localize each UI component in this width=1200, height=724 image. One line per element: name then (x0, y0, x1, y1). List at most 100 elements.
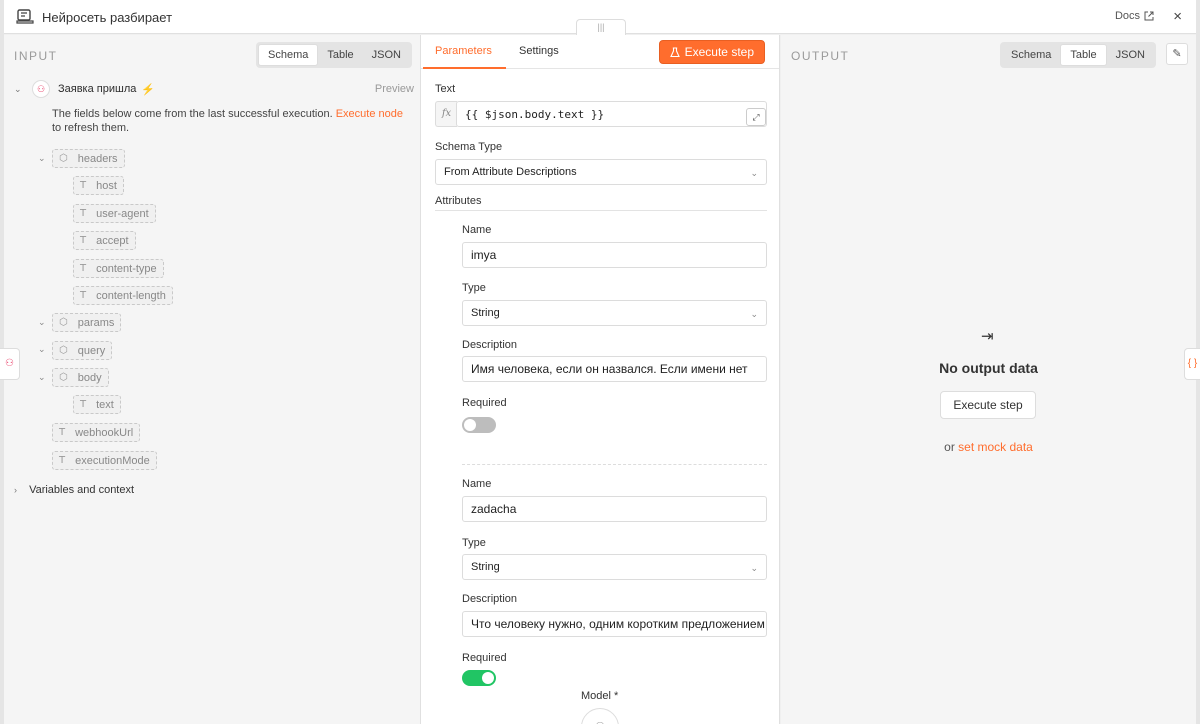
text-type-icon: T (59, 455, 66, 466)
required-toggle[interactable] (462, 417, 496, 433)
output-execute-step-button[interactable]: Execute step (940, 391, 1036, 419)
preview-label: Preview (374, 83, 414, 95)
tab-settings[interactable]: Settings (519, 45, 559, 57)
schema-field-headers[interactable]: ⬡ headers (52, 149, 125, 168)
schema-field-text[interactable]: Ttext (73, 395, 121, 414)
chevron-down-icon[interactable]: ⌄ (38, 344, 46, 355)
schema-field-executionmode[interactable]: TexecutionMode (52, 451, 157, 470)
object-icon: ⬡ (59, 372, 68, 383)
field-label: params (77, 316, 115, 329)
set-mock-data-link[interactable]: set mock data (958, 440, 1033, 454)
attribute-required-label: Required (462, 652, 507, 664)
attribute-type-select[interactable]: String ⌄ (462, 554, 767, 580)
schema-field-accept[interactable]: Taccept (73, 231, 136, 250)
text-type-icon: T (80, 263, 87, 274)
output-tab-schema[interactable]: Schema (1002, 44, 1060, 66)
set-mock-data-row: or set mock data (781, 440, 1196, 454)
docs-link[interactable]: Docs (1115, 10, 1154, 22)
attribute-description-input[interactable]: Имя человека, если он назвался. Если име… (462, 356, 767, 382)
docs-label: Docs (1114, 10, 1140, 22)
attributes-label: Attributes (435, 195, 482, 207)
attribute-description-label: Description (462, 593, 518, 605)
output-panel: OUTPUT Schema Table JSON ✎ ⇥ No output d… (781, 35, 1196, 724)
input-node-webhook-icon[interactable]: ⚇ (0, 348, 20, 380)
chevron-down-icon: ⌄ (750, 168, 758, 178)
schema-field-body[interactable]: ⬡ body (52, 368, 109, 387)
lightning-icon: ⚡ (141, 83, 156, 96)
field-label: accept (96, 234, 129, 247)
schema-type-select[interactable]: From Attribute Descriptions ⌄ (435, 159, 767, 185)
chevron-down-icon: ⌄ (750, 309, 758, 319)
text-type-icon: T (80, 290, 87, 301)
attribute-name-input[interactable]: zadacha (462, 496, 767, 522)
attribute-type-value: String (471, 307, 500, 319)
attributes-divider (435, 210, 767, 211)
execute-step-button[interactable]: Execute step (658, 40, 765, 64)
attribute-description-input[interactable]: Что человеку нужно, одним коротким предл… (462, 611, 767, 637)
open-expression-editor-icon[interactable]: ⤢ (746, 108, 766, 126)
webhook-icon: ⚇ (32, 80, 50, 98)
text-type-icon: T (80, 399, 87, 410)
expression-icon: fx (435, 101, 457, 127)
field-label: host (96, 179, 117, 192)
input-tab-table[interactable]: Table (318, 44, 362, 66)
attribute-required-label: Required (462, 397, 507, 409)
variables-label: Variables and context (29, 484, 135, 496)
parameters-tabs: Parameters Settings Execute step (421, 35, 779, 69)
chevron-down-icon[interactable]: ⌄ (38, 372, 46, 383)
schema-field-webhookurl[interactable]: TwebhookUrl (52, 423, 141, 442)
model-connector-icon[interactable]: ⚇ (581, 708, 619, 724)
node-type-icon (16, 9, 34, 24)
chevron-right-icon[interactable]: › (14, 485, 26, 495)
attribute-type-label: Type (462, 537, 486, 549)
node-title[interactable]: Нейросеть разбирает (42, 10, 172, 25)
chevron-down-icon[interactable]: ⌄ (14, 84, 26, 95)
panel-drag-handle[interactable]: ||| (576, 19, 626, 35)
trigger-node-row[interactable]: ⌄ ⚇ Заявка пришла ⚡ Preview (14, 80, 414, 98)
chevron-down-icon[interactable]: ⌄ (38, 153, 46, 164)
execute-node-link[interactable]: Execute node (336, 108, 403, 120)
schema-field-content-type[interactable]: Tcontent-type (73, 259, 164, 278)
close-icon[interactable]: × (1173, 8, 1182, 25)
required-toggle[interactable] (462, 670, 496, 686)
chevron-down-icon: ⌄ (750, 563, 758, 573)
text-type-icon: T (80, 235, 87, 246)
text-expression-input[interactable]: {{ $json.body.text }} (456, 101, 767, 127)
variables-and-context-row[interactable]: › Variables and context (14, 484, 134, 496)
field-label: headers (77, 152, 118, 165)
attribute-name-input[interactable]: imya (462, 242, 767, 268)
schema-field-query[interactable]: ⬡ query (52, 341, 113, 360)
field-label: content-length (96, 289, 166, 302)
schema-field-user-agent[interactable]: Tuser-agent (73, 204, 156, 223)
schema-field-params[interactable]: ⬡ params (52, 313, 122, 332)
attribute-separator (462, 464, 767, 465)
active-tab-indicator (423, 67, 506, 69)
model-label: Model * (581, 690, 619, 702)
field-label: body (77, 371, 102, 384)
schema-type-label: Schema Type (435, 141, 503, 153)
edit-pencil-icon[interactable]: ✎ (1166, 43, 1188, 65)
input-tab-json[interactable]: JSON (363, 44, 410, 66)
execute-step-label: Execute step (684, 45, 754, 59)
schema-field-host[interactable]: Thost (73, 176, 124, 195)
schema-field-content-length[interactable]: Tcontent-length (73, 286, 173, 305)
external-link-icon (1144, 11, 1154, 21)
arrow-right-to-line-icon: ⇥ (981, 328, 994, 345)
chevron-down-icon[interactable]: ⌄ (38, 317, 46, 328)
info-text-main: The fields below come from the last succ… (52, 108, 333, 120)
toggle-knob (464, 419, 476, 431)
object-icon: ⬡ (59, 153, 68, 164)
output-tab-json[interactable]: JSON (1107, 44, 1154, 66)
tab-parameters[interactable]: Parameters (435, 45, 492, 57)
attribute-name-label: Name (462, 224, 492, 236)
attribute-type-value: String (471, 561, 500, 573)
attribute-type-select[interactable]: String ⌄ (462, 300, 767, 326)
input-panel-label: INPUT (14, 49, 58, 63)
output-node-code-icon[interactable]: { } (1184, 348, 1200, 380)
field-label: user-agent (96, 207, 149, 220)
output-tab-table[interactable]: Table (1060, 44, 1107, 66)
object-icon: ⬡ (59, 317, 68, 328)
attribute-description-label: Description (462, 339, 518, 351)
input-info-text: The fields below come from the last succ… (52, 107, 412, 135)
input-tab-schema[interactable]: Schema (258, 44, 319, 66)
